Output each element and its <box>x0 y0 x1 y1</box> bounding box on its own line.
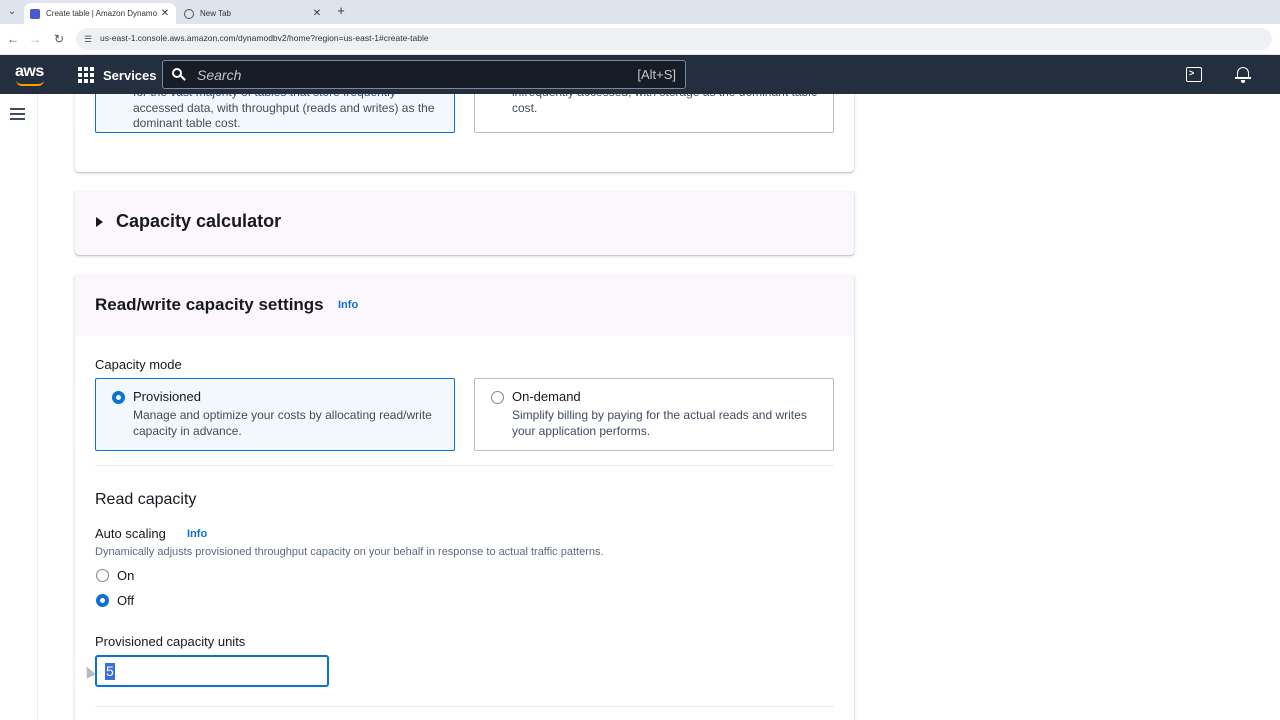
table-class-ia-desc: infrequently accessed, with storage as t… <box>512 94 818 115</box>
aws-logo[interactable]: aws <box>15 63 47 87</box>
grid-icon <box>78 67 94 83</box>
services-label: Services <box>103 67 157 83</box>
divider <box>95 706 834 707</box>
reload-icon[interactable]: ↻ <box>52 32 66 46</box>
provisioned-title: Provisioned <box>133 389 201 404</box>
auto-scaling-on-radio[interactable] <box>96 569 109 582</box>
tab-create-table[interactable]: Create table | Amazon Dynamo ✕ <box>24 3 176 24</box>
tab-title: Create table | Amazon Dynamo <box>46 9 158 18</box>
on-demand-desc: Simplify billing by paying for the actua… <box>512 408 807 438</box>
aws-logo-text: aws <box>15 63 44 80</box>
services-menu-button[interactable]: Services <box>78 65 157 85</box>
provisioned-capacity-units-label: Provisioned capacity units <box>95 634 246 649</box>
auto-scaling-info-link[interactable]: Info <box>187 528 207 540</box>
read-capacity-title: Read capacity <box>95 491 197 508</box>
provisioned-capacity-units-input[interactable]: 5 <box>95 655 329 687</box>
on-demand-radio[interactable] <box>491 391 504 404</box>
aws-logo-smile <box>16 80 44 86</box>
globe-icon <box>184 8 194 19</box>
capacity-mode-label: Capacity mode <box>95 357 182 372</box>
url-text: us-east-1.console.aws.amazon.com/dynamod… <box>100 33 429 43</box>
rw-capacity-header: Read/write capacity settings Info <box>75 276 854 336</box>
url-field[interactable]: ☰ us-east-1.console.aws.amazon.com/dynam… <box>76 28 1272 50</box>
tab-new-tab[interactable]: New Tab ✕ <box>178 3 328 24</box>
provisioned-radio[interactable] <box>112 391 125 404</box>
bell-icon[interactable] <box>1235 66 1251 83</box>
provisioned-capacity-units-value: 5 <box>105 663 115 680</box>
auto-scaling-off-label: Off <box>117 593 135 608</box>
on-demand-title: On-demand <box>512 389 581 404</box>
table-class-panel: for the vast majority of tables that sto… <box>75 94 854 172</box>
browser-tab-bar: ⌄ Create table | Amazon Dynamo ✕ New Tab… <box>0 0 1280 24</box>
rw-capacity-info-link[interactable]: Info <box>338 299 358 311</box>
divider <box>95 465 834 466</box>
main-content: for the vast majority of tables that sto… <box>38 94 1280 720</box>
table-class-standard-tile[interactable]: for the vast majority of tables that sto… <box>95 94 455 133</box>
plus-icon[interactable]: + <box>334 4 348 18</box>
search-placeholder: Search <box>197 67 242 83</box>
table-class-ia-tile[interactable]: infrequently accessed, with storage as t… <box>474 94 834 133</box>
site-info-icon[interactable]: ☰ <box>84 34 94 44</box>
rw-capacity-panel: Read/write capacity settings Info Capaci… <box>75 276 854 720</box>
back-icon[interactable]: ← <box>6 32 20 46</box>
provisioned-desc: Manage and optimize your costs by alloca… <box>133 408 432 438</box>
aws-favicon-icon <box>30 8 40 19</box>
forward-icon[interactable]: → <box>28 32 42 46</box>
capacity-calculator-title: Capacity calculator <box>116 211 282 231</box>
close-icon[interactable]: ✕ <box>160 8 170 19</box>
search-shortcut: [Alt+S] <box>637 67 676 82</box>
on-demand-mode-tile[interactable]: On-demand Simplify billing by paying for… <box>474 378 834 451</box>
tab-title: New Tab <box>200 9 231 18</box>
address-bar: ← → ↻ ☰ us-east-1.console.aws.amazon.com… <box>0 24 1280 55</box>
auto-scaling-label: Auto scaling <box>95 526 166 541</box>
provisioned-mode-tile[interactable]: Provisioned Manage and optimize your cos… <box>95 378 455 451</box>
auto-scaling-off-radio[interactable] <box>96 594 109 607</box>
table-class-standard-desc: for the vast majority of tables that sto… <box>133 94 435 131</box>
tab-list-icon[interactable]: ⌄ <box>4 4 20 20</box>
capacity-calculator-panel[interactable]: Capacity calculator <box>75 192 854 255</box>
aws-top-nav: aws Services Search [Alt+S] > <box>0 55 1280 94</box>
hamburger-icon[interactable] <box>10 108 25 120</box>
caret-right-icon <box>96 217 103 227</box>
search-input[interactable]: Search [Alt+S] <box>162 60 686 89</box>
search-icon <box>172 68 186 82</box>
auto-scaling-on-label: On <box>117 568 135 583</box>
auto-scaling-desc: Dynamically adjusts provisioned throughp… <box>95 546 604 558</box>
cloudshell-icon[interactable]: > <box>1186 67 1202 82</box>
rw-capacity-title: Read/write capacity settings <box>95 295 324 314</box>
side-nav-rail <box>0 94 38 720</box>
close-icon[interactable]: ✕ <box>312 8 322 19</box>
